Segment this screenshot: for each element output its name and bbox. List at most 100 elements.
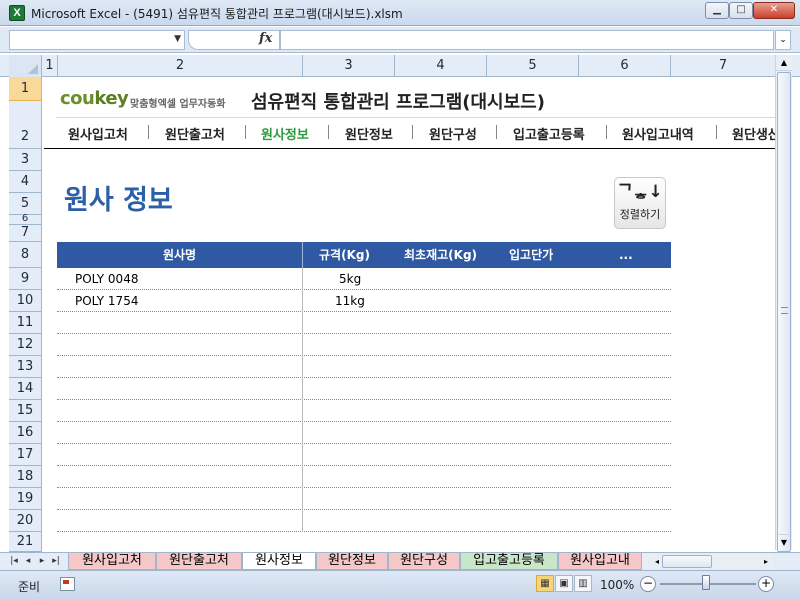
table-row[interactable]: [57, 312, 671, 334]
next-sheet-icon[interactable]: ▸: [36, 554, 48, 569]
column-header[interactable]: 7: [671, 55, 775, 77]
name-box[interactable]: ▼: [9, 30, 185, 50]
vertical-scroll-thumb[interactable]: [777, 72, 791, 552]
expand-formula-bar-button[interactable]: ⌄: [775, 30, 791, 50]
table-row[interactable]: POLY 0048 5kg: [57, 268, 671, 290]
formula-input[interactable]: [280, 30, 774, 50]
table-row[interactable]: [57, 466, 671, 488]
page-break-preview-button[interactable]: ▥: [574, 575, 592, 592]
column-header[interactable]: 5: [487, 55, 579, 77]
sheet-tab-in-out-register[interactable]: 입고출고등록: [460, 553, 558, 570]
row-header[interactable]: 18: [9, 466, 42, 488]
maximize-button[interactable]: □: [729, 2, 753, 19]
nav-separator: [245, 125, 246, 139]
row-header[interactable]: 10: [9, 290, 42, 312]
spec-cell[interactable]: 11kg: [335, 294, 365, 308]
page-layout-view-button[interactable]: ▣: [555, 575, 573, 592]
table-row[interactable]: [57, 488, 671, 510]
row-header[interactable]: 5: [9, 193, 42, 215]
row-header[interactable]: 16: [9, 422, 42, 444]
zoom-out-icon[interactable]: −: [640, 576, 656, 592]
first-sheet-icon[interactable]: |◂: [8, 554, 20, 569]
table-row[interactable]: [57, 356, 671, 378]
column-header[interactable]: 4: [395, 55, 487, 77]
zoom-slider-thumb[interactable]: [702, 575, 710, 590]
close-button[interactable]: ✕: [753, 2, 795, 19]
nav-separator: [606, 125, 607, 139]
normal-view-button[interactable]: ▦: [536, 575, 554, 592]
insert-function-icon[interactable]: fx: [259, 31, 272, 46]
row-header[interactable]: 20: [9, 510, 42, 532]
sort-icon: ᄀᇂ↓: [617, 182, 663, 202]
table-row[interactable]: [57, 444, 671, 466]
yarn-name-cell[interactable]: POLY 0048: [75, 272, 138, 286]
row-header[interactable]: 1: [9, 77, 42, 101]
excel-app-icon[interactable]: X: [9, 5, 25, 21]
row-header[interactable]: 2: [9, 101, 42, 149]
zoom-level[interactable]: 100%: [600, 578, 634, 592]
vertical-scrollbar[interactable]: ▲ ▼: [775, 55, 792, 552]
spec-cell[interactable]: 5kg: [339, 272, 361, 286]
table-row[interactable]: [57, 400, 671, 422]
sheet-tab-fabric-info[interactable]: 원단정보: [316, 553, 388, 570]
scroll-down-icon[interactable]: ▼: [776, 534, 792, 550]
select-all-button[interactable]: [9, 55, 42, 77]
row-header[interactable]: 9: [9, 268, 42, 290]
sheet-tab-yarn-info[interactable]: 원사정보: [242, 553, 316, 570]
nav-item-fabric-composition[interactable]: 원단구성: [429, 124, 477, 143]
column-header-initial-stock[interactable]: 최초재고(Kg): [404, 242, 477, 268]
row-header[interactable]: 3: [9, 149, 42, 171]
nav-item-in-out-register[interactable]: 입고출고등록: [513, 124, 585, 143]
sheet-tab-fabric-shipper[interactable]: 원단출고처: [156, 553, 242, 570]
horizontal-scrollbar[interactable]: ◂ ▸: [642, 554, 774, 569]
brand-logo: coukey 맞춤형엑셀 업무자동화: [60, 88, 225, 110]
column-header-yarn-name[interactable]: 원사명: [57, 242, 302, 268]
title-bar: X Microsoft Excel - (5491) 섬유편직 통합관리 프로그…: [0, 0, 800, 26]
last-sheet-icon[interactable]: ▸|: [50, 554, 62, 569]
yarn-name-cell[interactable]: POLY 1754: [75, 294, 138, 308]
column-header-spec[interactable]: 규격(Kg): [319, 242, 370, 268]
table-header: 원사명 규격(Kg) 최초재고(Kg) 입고단가 ...: [57, 242, 671, 268]
row-header[interactable]: 8: [9, 242, 42, 268]
column-header[interactable]: 6: [579, 55, 671, 77]
table-row[interactable]: [57, 510, 671, 532]
nav-item-yarn-receipt-history[interactable]: 원사입고내역: [622, 124, 694, 143]
nav-item-fabric-info[interactable]: 원단정보: [345, 124, 393, 143]
nav-item-fabric-shipper[interactable]: 원단출고처: [165, 124, 225, 143]
table-row[interactable]: [57, 422, 671, 444]
sheet-tab-fabric-composition[interactable]: 원단구성: [388, 553, 460, 570]
sort-button[interactable]: ᄀᇂ↓ 정렬하기: [614, 177, 666, 229]
row-header[interactable]: 14: [9, 378, 42, 400]
zoom-in-icon[interactable]: +: [758, 576, 774, 592]
nav-item-yarn-supplier[interactable]: 원사입고처: [68, 124, 128, 143]
table-row[interactable]: POLY 1754 11kg: [57, 290, 671, 312]
row-header[interactable]: 19: [9, 488, 42, 510]
column-header[interactable]: 1: [42, 55, 58, 77]
column-header-more[interactable]: ...: [619, 242, 633, 268]
nav-item-fabric-production[interactable]: 원단생산: [732, 124, 775, 143]
row-header[interactable]: 17: [9, 444, 42, 466]
table-row[interactable]: [57, 334, 671, 356]
sheet-tab-yarn-supplier[interactable]: 원사입고처: [68, 553, 156, 570]
row-header[interactable]: 13: [9, 356, 42, 378]
row-header[interactable]: 7: [9, 225, 42, 242]
record-macro-icon[interactable]: [60, 577, 75, 591]
row-header[interactable]: 6: [9, 214, 42, 225]
prev-sheet-icon[interactable]: ◂: [22, 554, 34, 569]
column-header[interactable]: 3: [303, 55, 395, 77]
column-header[interactable]: 2: [58, 55, 303, 77]
row-header[interactable]: 11: [9, 312, 42, 334]
row-header[interactable]: 21: [9, 532, 42, 552]
row-header[interactable]: 12: [9, 334, 42, 356]
minimize-button[interactable]: ▁: [705, 2, 729, 19]
nav-item-yarn-info[interactable]: 원사정보: [261, 124, 309, 143]
table-row[interactable]: [57, 378, 671, 400]
row-header[interactable]: 15: [9, 400, 42, 422]
scroll-right-icon[interactable]: ▸: [760, 554, 772, 569]
horizontal-scroll-thumb[interactable]: [662, 555, 712, 568]
scroll-up-icon[interactable]: ▲: [776, 55, 792, 71]
sheet-tab-yarn-receipt-history[interactable]: 원사입고내: [558, 553, 642, 570]
column-header-unit-price[interactable]: 입고단가: [509, 242, 553, 268]
chevron-down-icon[interactable]: ▼: [174, 34, 181, 44]
row-header[interactable]: 4: [9, 171, 42, 193]
